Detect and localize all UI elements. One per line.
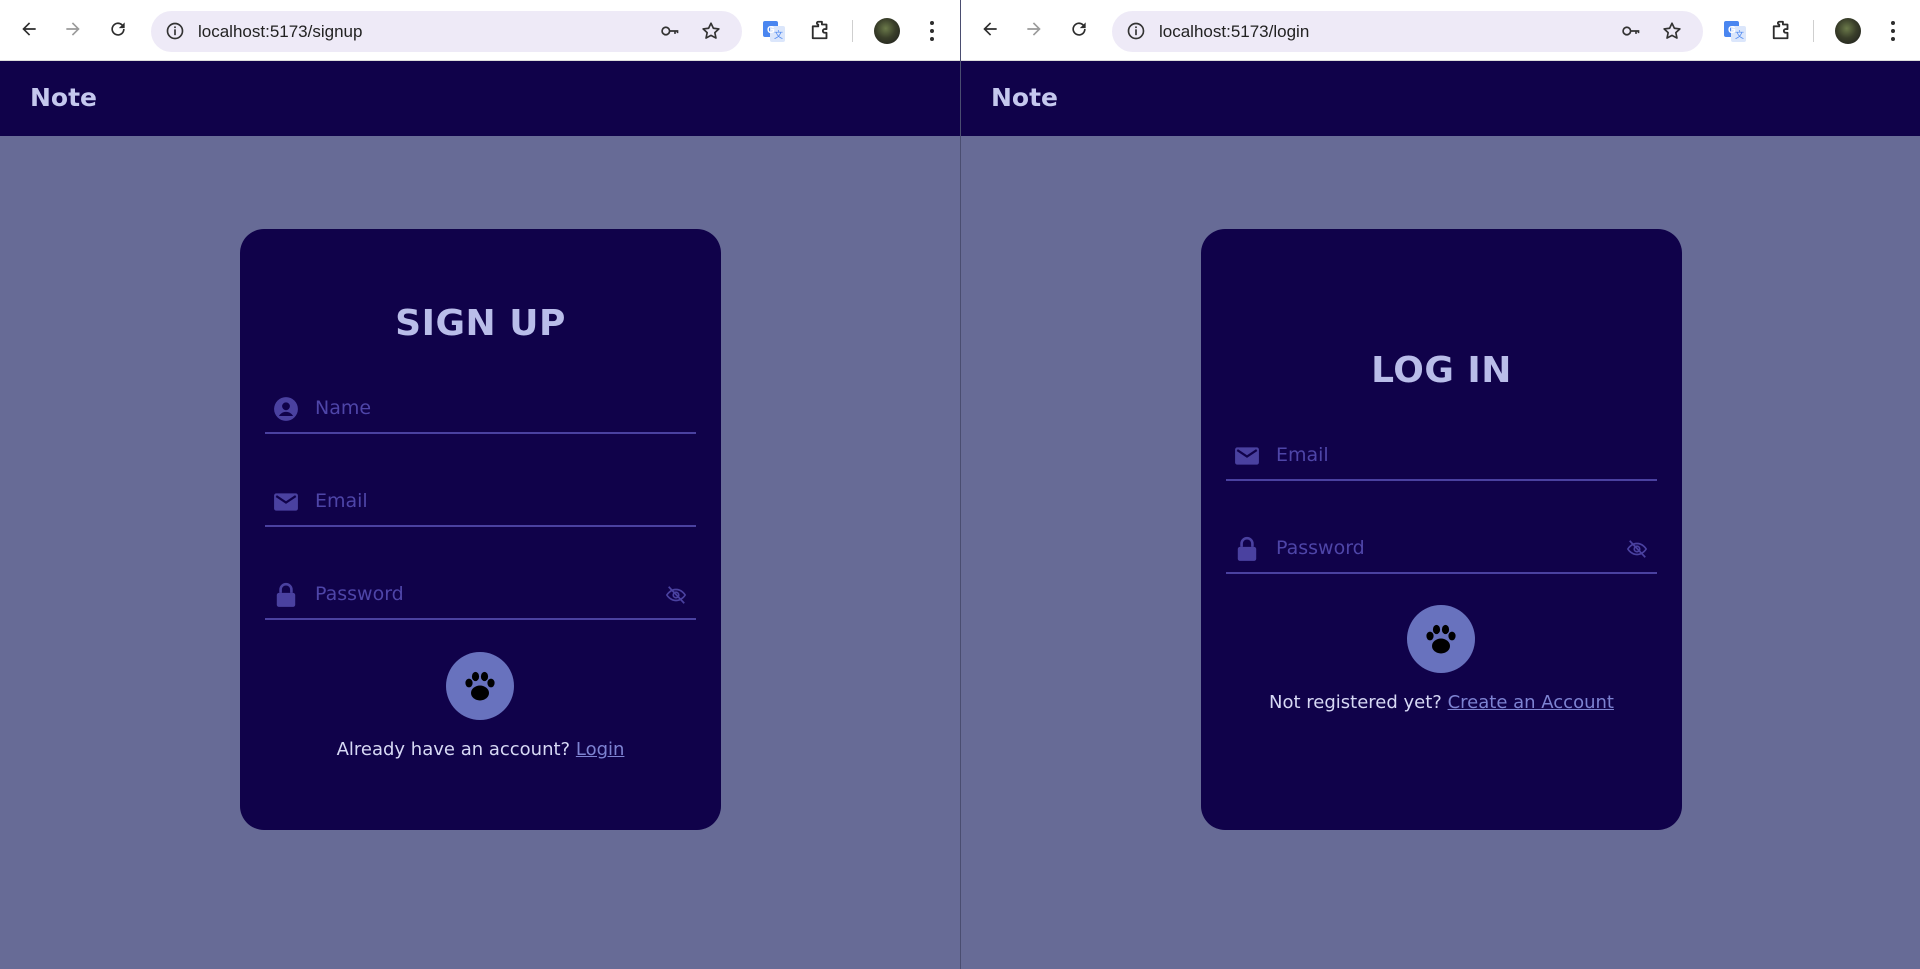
browser-window-login: localhost:5173/login G文 Note LOG IN Not … xyxy=(960,0,1920,969)
footer-text: Not registered yet? xyxy=(1269,692,1442,713)
forward-arrow-icon[interactable] xyxy=(61,17,85,41)
name-field xyxy=(265,384,696,434)
email-field xyxy=(265,477,696,527)
signup-card: SIGN UP Already have an account? Login xyxy=(240,229,721,830)
footer-text: Already have an account? xyxy=(336,739,571,760)
person-icon xyxy=(274,397,298,421)
star-icon[interactable] xyxy=(700,20,722,42)
paw-icon xyxy=(1426,624,1456,654)
back-arrow-icon[interactable] xyxy=(17,17,41,41)
profile-avatar[interactable] xyxy=(1835,18,1861,44)
url-text: localhost:5173/signup xyxy=(198,22,363,41)
email-icon xyxy=(1235,447,1259,465)
toolbar-divider xyxy=(1813,20,1814,42)
name-input[interactable] xyxy=(315,392,635,424)
back-arrow-icon[interactable] xyxy=(978,17,1002,41)
profile-avatar[interactable] xyxy=(874,18,900,44)
password-input[interactable] xyxy=(315,578,635,610)
key-icon[interactable] xyxy=(659,21,681,41)
password-field xyxy=(265,570,696,620)
app-header: Note xyxy=(0,61,960,136)
login-link[interactable]: Login xyxy=(576,739,625,760)
login-title: LOG IN xyxy=(1371,350,1512,391)
svg-text:文: 文 xyxy=(1735,29,1744,40)
more-vert-icon[interactable] xyxy=(1885,18,1901,44)
signup-title: SIGN UP xyxy=(395,303,566,344)
info-icon[interactable] xyxy=(165,21,185,41)
browser-toolbar: localhost:5173/login G文 xyxy=(961,0,1920,61)
app-header: Note xyxy=(961,61,1920,136)
address-bar[interactable]: localhost:5173/signup xyxy=(151,11,742,52)
signup-footer: Already have an account? Login xyxy=(240,739,721,760)
submit-paw-button[interactable] xyxy=(1407,605,1475,673)
submit-paw-button[interactable] xyxy=(446,652,514,720)
app-title[interactable]: Note xyxy=(991,83,1058,112)
more-vert-icon[interactable] xyxy=(924,18,940,44)
app-title[interactable]: Note xyxy=(30,83,97,112)
password-field xyxy=(1226,524,1657,574)
email-icon xyxy=(274,493,298,511)
email-input[interactable] xyxy=(315,485,635,517)
login-card: LOG IN Not registered yet? Create an Acc… xyxy=(1201,229,1682,830)
svg-text:文: 文 xyxy=(774,29,783,40)
create-account-link[interactable]: Create an Account xyxy=(1448,692,1614,713)
reload-icon[interactable] xyxy=(106,17,130,41)
eye-off-icon[interactable] xyxy=(1625,538,1649,560)
url-text: localhost:5173/login xyxy=(1159,22,1310,41)
extensions-puzzle-icon[interactable] xyxy=(1771,19,1793,41)
browser-window-signup: localhost:5173/signup G文 Note SIGN UP Na… xyxy=(0,0,960,969)
star-icon[interactable] xyxy=(1661,20,1683,42)
email-field xyxy=(1226,431,1657,481)
google-translate-icon[interactable]: G文 xyxy=(762,19,786,43)
eye-off-icon[interactable] xyxy=(664,584,688,606)
info-icon[interactable] xyxy=(1126,21,1146,41)
key-icon[interactable] xyxy=(1620,21,1642,41)
reload-icon[interactable] xyxy=(1067,17,1091,41)
google-translate-icon[interactable]: G文 xyxy=(1723,19,1747,43)
password-input[interactable] xyxy=(1276,532,1596,564)
email-input[interactable] xyxy=(1276,439,1596,471)
lock-icon xyxy=(276,582,296,607)
address-bar[interactable]: localhost:5173/login xyxy=(1112,11,1703,52)
browser-toolbar: localhost:5173/signup G文 xyxy=(0,0,960,61)
forward-arrow-icon[interactable] xyxy=(1022,17,1046,41)
paw-icon xyxy=(465,671,495,701)
lock-icon xyxy=(1237,536,1257,561)
toolbar-divider xyxy=(852,20,853,42)
login-footer: Not registered yet? Create an Account xyxy=(1201,692,1682,713)
extensions-puzzle-icon[interactable] xyxy=(810,19,832,41)
